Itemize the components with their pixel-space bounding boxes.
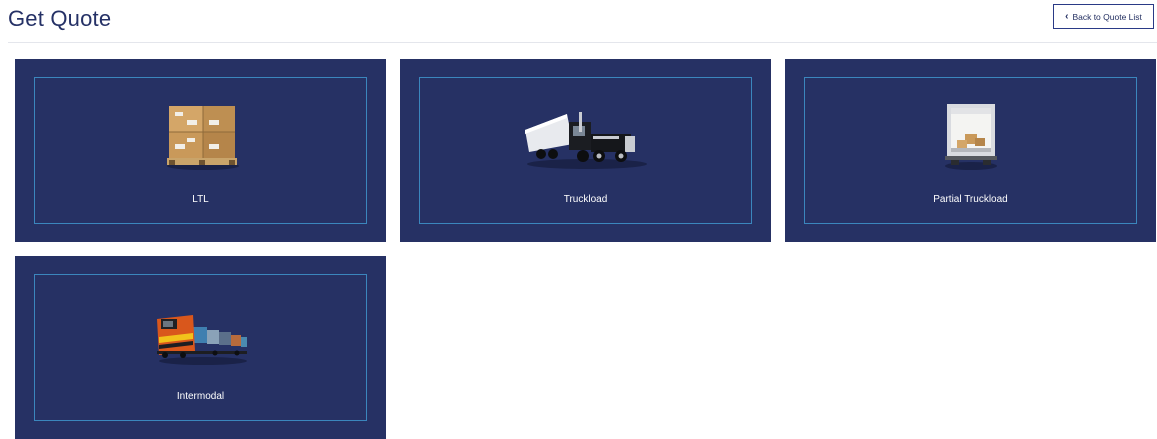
- open-trailer-icon: [944, 104, 997, 170]
- header-divider: [8, 42, 1157, 43]
- quote-type-label: Partial Truckload: [933, 194, 1008, 205]
- card-inner-frame: Partial Truckload: [804, 77, 1137, 224]
- card-inner-frame: LTL: [34, 77, 367, 224]
- pallet-boxes-icon: [166, 106, 239, 170]
- chevron-left-icon: ‹: [1065, 10, 1069, 22]
- quote-type-truckload-card[interactable]: Truckload: [400, 59, 771, 242]
- back-to-quote-list-button[interactable]: ‹ Back to Quote List: [1053, 4, 1154, 29]
- semi-truck-icon: [524, 112, 647, 169]
- quote-type-label: Intermodal: [176, 391, 225, 402]
- quote-type-intermodal-card[interactable]: Intermodal: [15, 256, 386, 439]
- quote-type-label: LTL: [192, 194, 209, 205]
- quote-type-partial-truckload-card[interactable]: Partial Truckload: [785, 59, 1156, 242]
- card-inner-frame: Truckload: [419, 77, 752, 224]
- train-icon: [156, 315, 247, 365]
- back-button-label: Back to Quote List: [1072, 11, 1142, 22]
- page-title: Get Quote: [8, 6, 112, 31]
- card-inner-frame: Intermodal: [34, 274, 367, 421]
- quote-type-ltl-card[interactable]: LTL: [15, 59, 386, 242]
- quote-type-label: Truckload: [563, 194, 608, 205]
